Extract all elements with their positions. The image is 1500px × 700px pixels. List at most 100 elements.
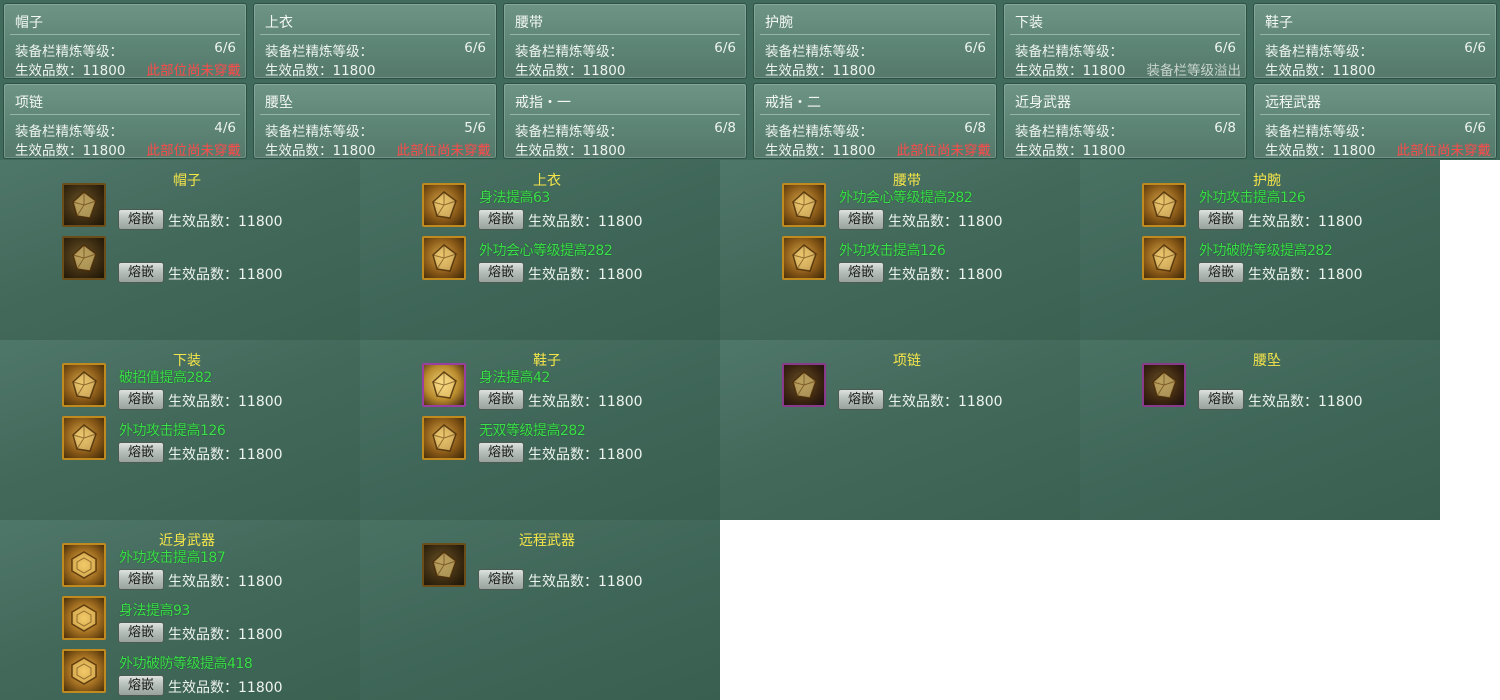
inlay-button[interactable]: 熔嵌 — [118, 262, 164, 283]
inlay-button[interactable]: 熔嵌 — [478, 569, 524, 590]
gem-shape — [72, 191, 97, 219]
divider — [1260, 114, 1490, 115]
gem-slot-icon[interactable] — [62, 363, 106, 407]
gem-slot-icon[interactable] — [422, 363, 466, 407]
inlay-button[interactable]: 熔嵌 — [1198, 209, 1244, 230]
effective-value: 生效品数：11800 — [528, 574, 643, 590]
effective-value: 生效品数：11800 — [528, 394, 643, 410]
gem-shape — [432, 191, 457, 219]
gem-shape — [432, 424, 457, 452]
gem-slot-icon[interactable] — [782, 236, 826, 280]
gem-shape — [432, 371, 457, 399]
inlay-button[interactable]: 熔嵌 — [478, 389, 524, 410]
refine-level-value: 5/6 — [464, 120, 486, 136]
gem-slot-icon[interactable] — [782, 363, 826, 407]
inlay-button[interactable]: 熔嵌 — [478, 442, 524, 463]
gem-slot-icon[interactable] — [62, 543, 106, 587]
gem-slot-icon[interactable] — [422, 236, 466, 280]
panel-title: 项链 — [893, 353, 921, 369]
divider — [760, 34, 990, 35]
gem-shape — [71, 551, 97, 579]
gem-slot-icon[interactable] — [1142, 363, 1186, 407]
inlay-button[interactable]: 熔嵌 — [118, 442, 164, 463]
inlay-button[interactable]: 熔嵌 — [1198, 389, 1244, 410]
inlay-button[interactable]: 熔嵌 — [118, 675, 164, 696]
effective-value: 生效品数：11800 — [765, 59, 875, 79]
summary-card: 项链 装备栏精炼等级： 4/6 生效品数：11800 此部位尚未穿戴 — [3, 83, 247, 159]
effective-value: 生效品数：11800 — [168, 394, 283, 410]
effective-value: 生效品数：11800 — [888, 394, 1003, 410]
effective-value: 生效品数：11800 — [265, 139, 375, 159]
gem-slot-icon[interactable] — [782, 183, 826, 227]
gem-slot-icon[interactable] — [62, 183, 106, 227]
gem-attribute: 无双等级提高282 — [479, 423, 586, 439]
summary-card: 腰坠 装备栏精炼等级： 5/6 生效品数：11800 此部位尚未穿戴 — [253, 83, 497, 159]
refine-level-label: 装备栏精炼等级： — [1015, 44, 1123, 60]
effective-value-number: 11800 — [1082, 63, 1126, 79]
divider — [1010, 34, 1240, 35]
inlay-button[interactable]: 熔嵌 — [838, 389, 884, 410]
divider — [510, 34, 740, 35]
gem-slot-icon[interactable] — [1142, 236, 1186, 280]
summary-card: 远程武器 装备栏精炼等级： 6/6 生效品数：11800 此部位尚未穿戴 — [1253, 83, 1497, 159]
summary-card: 近身武器 装备栏精炼等级： 6/8 生效品数：11800 — [1003, 83, 1247, 159]
effective-value: 生效品数：11800 — [265, 59, 375, 79]
gem-slot-icon[interactable] — [422, 183, 466, 227]
inlay-button[interactable]: 熔嵌 — [838, 262, 884, 283]
card-title: 戒指・二 — [765, 95, 821, 111]
status-note: 此部位尚未穿戴 — [146, 63, 242, 79]
inlay-button[interactable]: 熔嵌 — [118, 209, 164, 230]
effective-value: 生效品数：11800 — [528, 267, 643, 283]
gem-shape — [1152, 191, 1177, 219]
gem-slot-icon[interactable] — [62, 416, 106, 460]
inlay-button[interactable]: 熔嵌 — [118, 622, 164, 643]
gem-slot-icon[interactable] — [62, 236, 106, 280]
inlay-panel: 腰带 外功会心等级提高282 熔嵌 生效品数：11800 外功攻击提高126 熔嵌 生效品数… — [720, 160, 1080, 340]
gem-attribute: 外功破防等级提高282 — [1199, 243, 1333, 259]
refine-level-value: 6/8 — [1214, 120, 1236, 136]
card-title: 腰带 — [515, 15, 543, 31]
status-note: 此部位尚未穿戴 — [396, 143, 492, 159]
effective-value: 生效品数：11800 — [168, 627, 283, 643]
refine-level-label: 装备栏精炼等级： — [265, 44, 373, 60]
effective-value-number: 11800 — [832, 63, 876, 79]
gem-slot-icon[interactable] — [422, 543, 466, 587]
inlay-button[interactable]: 熔嵌 — [118, 569, 164, 590]
status-note: 此部位尚未穿戴 — [896, 143, 992, 159]
refine-level-value: 6/6 — [964, 40, 986, 56]
equipment-summary-grid: 帽子 装备栏精炼等级： 6/6 生效品数：11800 此部位尚未穿戴 上衣 装备栏… — [0, 0, 1500, 160]
summary-card: 护腕 装备栏精炼等级： 6/6 生效品数：11800 — [753, 3, 997, 79]
inlay-button[interactable]: 熔嵌 — [838, 209, 884, 230]
gem-slot-icon[interactable] — [62, 596, 106, 640]
inlay-button[interactable]: 熔嵌 — [118, 389, 164, 410]
effective-value-label: 生效品数： — [1015, 143, 1083, 159]
inlay-button[interactable]: 熔嵌 — [1198, 262, 1244, 283]
effective-value-label: 生效品数： — [1265, 63, 1333, 79]
status-note: 此部位尚未穿戴 — [1396, 143, 1492, 159]
gem-shape — [72, 424, 97, 452]
inlay-button[interactable]: 熔嵌 — [478, 262, 524, 283]
refine-level-label: 装备栏精炼等级： — [765, 124, 873, 140]
card-title: 戒指・一 — [515, 95, 571, 111]
effective-value-number: 11800 — [1082, 143, 1126, 159]
effective-value-label: 生效品数： — [1265, 143, 1333, 159]
refine-level-value: 4/6 — [214, 120, 236, 136]
inlay-button[interactable]: 熔嵌 — [478, 209, 524, 230]
refine-level-label: 装备栏精炼等级： — [765, 44, 873, 60]
effective-value-label: 生效品数： — [515, 143, 583, 159]
effective-value: 生效品数：11800 — [1248, 267, 1363, 283]
effective-value-number: 11800 — [582, 63, 626, 79]
gem-slot-icon[interactable] — [1142, 183, 1186, 227]
gem-slot-icon[interactable] — [62, 649, 106, 693]
divider — [1010, 114, 1240, 115]
gem-slot-icon[interactable] — [422, 416, 466, 460]
summary-card: 鞋子 装备栏精炼等级： 6/6 生效品数：11800 — [1253, 3, 1497, 79]
gem-attribute: 外功会心等级提高282 — [839, 190, 973, 206]
gem-attribute: 外功攻击提高187 — [119, 550, 226, 566]
divider — [10, 34, 240, 35]
card-title: 腰坠 — [265, 95, 293, 111]
effective-value: 生效品数：11800 — [168, 214, 283, 230]
effective-value: 生效品数：11800 — [888, 267, 1003, 283]
effective-value-label: 生效品数： — [515, 63, 583, 79]
gem-shape — [432, 551, 457, 579]
